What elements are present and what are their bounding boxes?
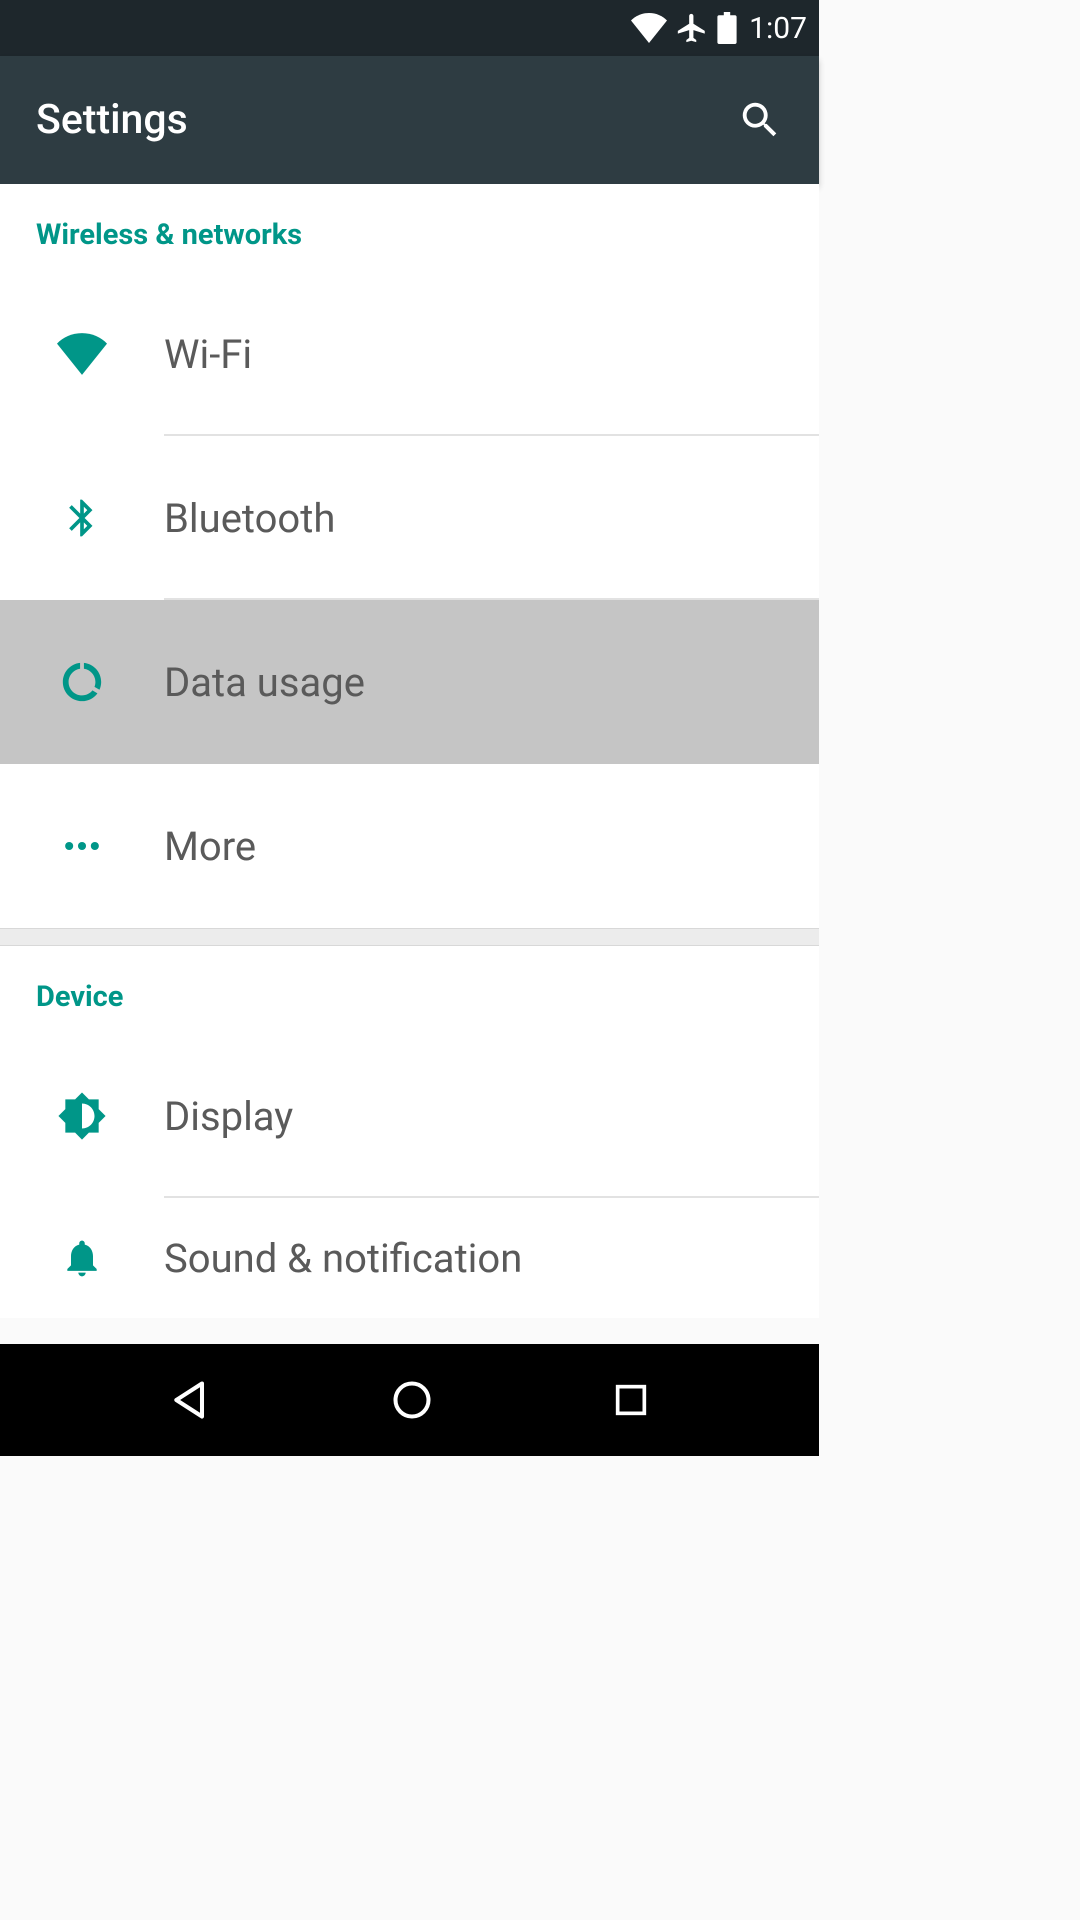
settings-item-label: Bluetooth: [164, 495, 335, 542]
wifi-status-icon: [631, 13, 667, 43]
navigation-bar: [0, 1344, 819, 1456]
settings-item-display[interactable]: Display: [0, 1034, 819, 1198]
data-usage-icon: [0, 659, 164, 705]
recent-square-icon: [611, 1380, 651, 1420]
settings-list[interactable]: Wireless & networks Wi-Fi Bluetooth Data…: [0, 184, 819, 1318]
nav-back-button[interactable]: [169, 1378, 213, 1422]
search-icon: [737, 97, 783, 143]
settings-item-label: More: [164, 823, 256, 870]
section-divider: [0, 928, 819, 946]
status-bar: 1:07: [0, 0, 819, 56]
more-horizontal-icon: [0, 824, 164, 868]
page-title: Settings: [36, 96, 188, 144]
wifi-icon: [0, 333, 164, 375]
battery-icon: [717, 12, 737, 44]
settings-item-label: Display: [164, 1093, 293, 1140]
home-circle-icon: [390, 1378, 434, 1422]
bluetooth-icon: [0, 496, 164, 540]
nav-home-button[interactable]: [390, 1378, 434, 1422]
settings-item-label: Sound & notification: [164, 1235, 522, 1282]
app-bar: Settings: [0, 56, 819, 184]
settings-item-bluetooth[interactable]: Bluetooth: [0, 436, 819, 600]
settings-item-data-usage[interactable]: Data usage: [0, 600, 819, 764]
settings-item-label: Wi-Fi: [164, 331, 252, 378]
status-time: 1:07: [749, 11, 807, 46]
settings-item-more[interactable]: More: [0, 764, 819, 928]
section-header-wireless: Wireless & networks: [0, 184, 819, 272]
settings-item-sound[interactable]: Sound & notification: [0, 1198, 819, 1318]
brightness-icon: [0, 1091, 164, 1141]
settings-item-label: Data usage: [164, 659, 365, 706]
section-header-device: Device: [0, 946, 819, 1034]
bell-icon: [0, 1236, 164, 1280]
back-triangle-icon: [169, 1378, 213, 1422]
airplane-mode-icon: [675, 11, 709, 45]
nav-recent-button[interactable]: [611, 1380, 651, 1420]
search-button[interactable]: [737, 97, 783, 143]
settings-item-wifi[interactable]: Wi-Fi: [0, 272, 819, 436]
